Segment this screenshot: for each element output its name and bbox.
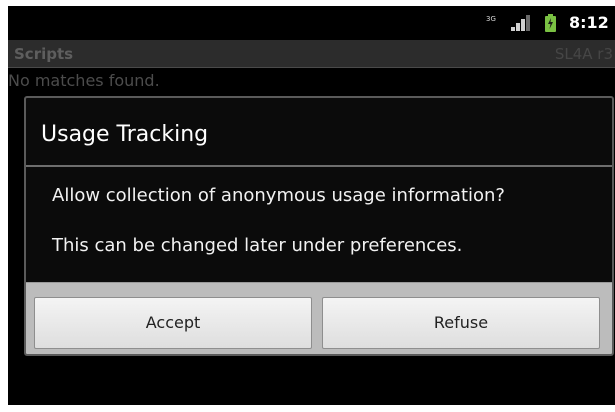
battery-charging-icon [545, 14, 556, 32]
app-title: Scripts [14, 45, 74, 63]
dialog-button-bar: Accept Refuse [26, 282, 612, 354]
app-title-bar: Scripts SL4A r3 [8, 40, 615, 68]
dialog-title: Usage Tracking [41, 122, 209, 147]
empty-list-message: No matches found. [8, 71, 160, 90]
usage-tracking-dialog: Usage Tracking Allow collection of anony… [24, 96, 614, 356]
dialog-message: Allow collection of anonymous usage info… [52, 185, 505, 206]
phone-screen: 3G 8:12 Scripts SL4A r3 No matches found… [8, 6, 615, 405]
sim-label: 3G [486, 15, 496, 23]
dialog-divider [26, 165, 612, 167]
signal-strength-icon [511, 15, 530, 31]
sim-3g-icon: 3G [485, 15, 497, 31]
dialog-message-note: This can be changed later under preferen… [52, 235, 463, 256]
status-bar: 3G 8:12 [8, 6, 615, 40]
status-clock: 8:12 [569, 13, 609, 32]
app-version: SL4A r3 [554, 45, 613, 63]
accept-button[interactable]: Accept [34, 297, 312, 349]
refuse-button[interactable]: Refuse [322, 297, 600, 349]
